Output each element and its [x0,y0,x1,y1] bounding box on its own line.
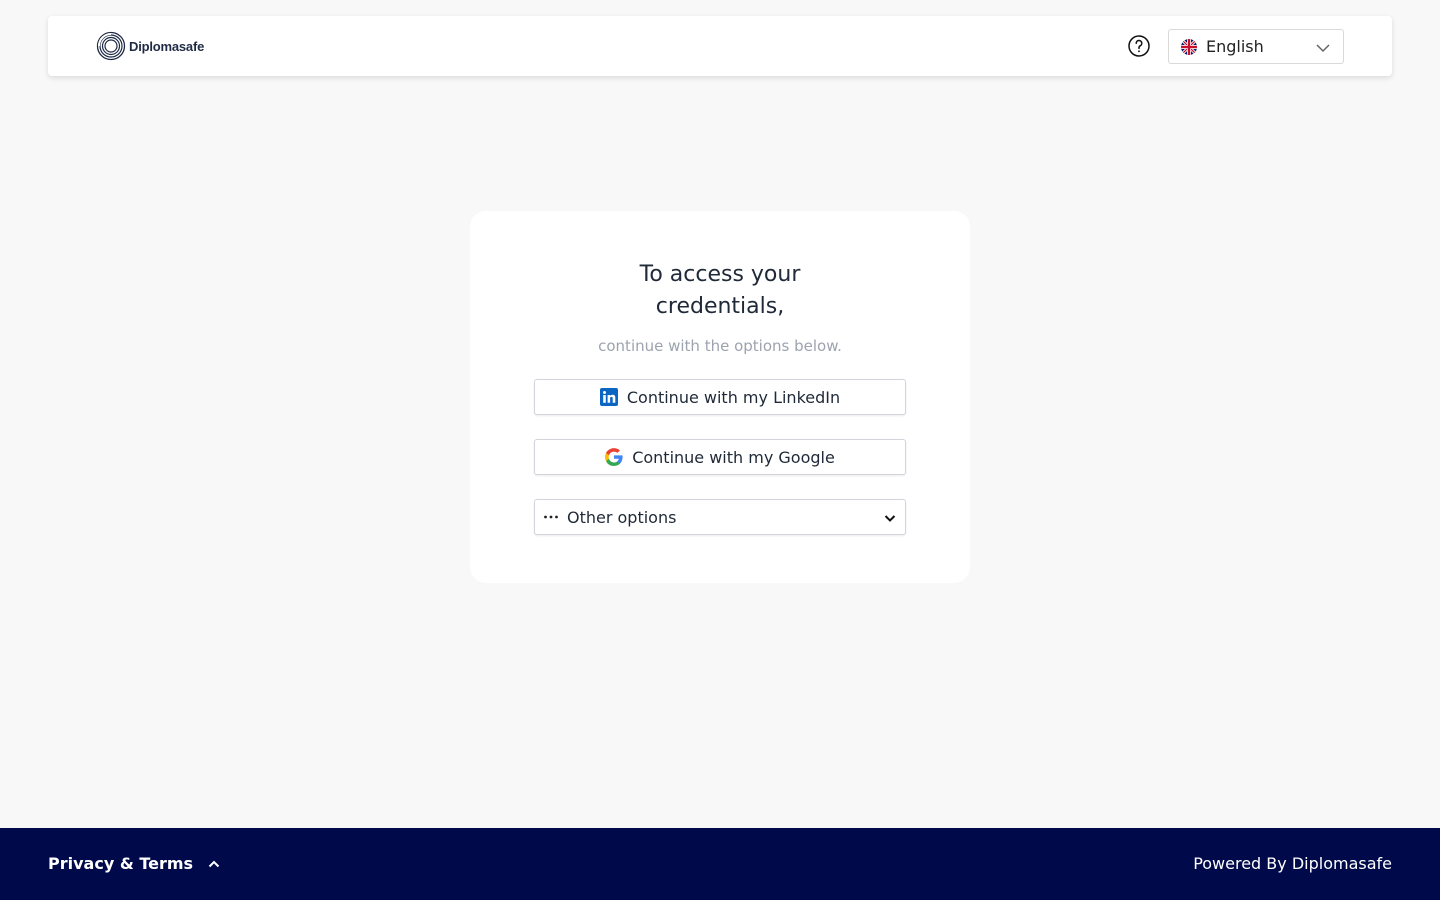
footer: Privacy & Terms Powered By Diplomasafe [0,828,1440,900]
chevron-up-icon [208,860,220,867]
other-options-label: Other options [567,507,677,527]
more-dots-icon [544,515,558,519]
login-card: To access your credentials, continue wit… [470,211,970,583]
page-title: To access your credentials, [470,259,970,323]
privacy-terms-toggle[interactable]: Privacy & Terms [48,854,221,873]
google-login-button[interactable]: Continue with my Google [534,439,906,475]
linkedin-icon [599,388,618,406]
logo[interactable]: Diplomasafe [96,30,204,62]
title-line-1: To access your [639,262,801,287]
title-line-2: credentials, [655,294,785,319]
linkedin-button-label: Continue with my LinkedIn [626,387,841,407]
chevron-down-icon [884,515,896,522]
uk-flag-icon [1181,38,1197,55]
google-icon [605,448,623,466]
other-options-button[interactable]: Other options [534,499,906,535]
chevron-down-icon [1316,44,1330,53]
subtitle: continue with the options below. [598,337,842,355]
top-header: Diplomasafe English [48,16,1392,76]
logo-text: Diplomasafe [129,38,205,54]
powered-by: Powered By Diplomasafe [1193,854,1392,873]
diplomasafe-logo-icon [96,31,126,61]
language-select[interactable]: English [1168,29,1344,64]
language-label: English [1206,37,1264,56]
google-button-label: Continue with my Google [632,447,835,467]
privacy-terms-label: Privacy & Terms [48,854,194,873]
help-icon[interactable] [1127,34,1151,58]
linkedin-login-button[interactable]: Continue with my LinkedIn [534,379,906,415]
